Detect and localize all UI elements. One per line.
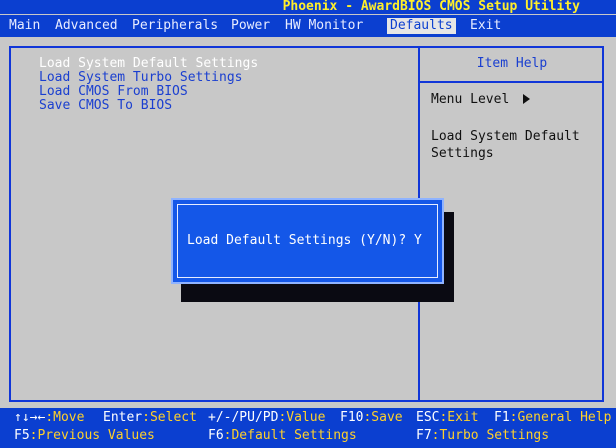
menu-hw-monitor[interactable]: HW Monitor: [282, 18, 366, 34]
menu-exit[interactable]: Exit: [467, 18, 504, 34]
option-load-cmos-from-bios[interactable]: Load CMOS From BIOS: [39, 85, 188, 99]
value-desc: :Value: [278, 410, 326, 425]
arrows-desc: :Move: [45, 410, 85, 425]
enter-desc: :Select: [142, 410, 197, 425]
f1-desc: :General Help: [509, 410, 612, 425]
help-divider: [420, 81, 604, 83]
enter-key: Enter: [103, 410, 143, 425]
option-save-cmos-to-bios[interactable]: Save CMOS To BIOS: [39, 99, 172, 113]
arrows-key: ↑↓→←: [14, 410, 46, 425]
confirm-dialog: Load Default Settings (Y/N)? Y: [171, 198, 444, 284]
hint-exit: ESC:Exit: [416, 410, 479, 426]
esc-desc: :Exit: [439, 410, 479, 425]
option-load-system-default[interactable]: Load System Default Settings: [39, 57, 258, 71]
hint-save: F10:Save: [340, 410, 403, 426]
f5-key: F5: [14, 428, 30, 443]
menu-advanced[interactable]: Advanced: [52, 18, 121, 34]
hint-value: +/-/PU/PD:Value: [208, 410, 325, 426]
f5-desc: :Previous Values: [29, 428, 155, 443]
hint-general-help: F1:General Help: [494, 410, 611, 426]
arrow-right-icon: [523, 94, 531, 104]
hint-move: ↑↓→←:Move: [14, 410, 84, 426]
f10-desc: :Save: [363, 410, 403, 425]
dialog-prompt[interactable]: Load Default Settings (Y/N)? Y: [187, 233, 422, 248]
menu-defaults[interactable]: Defaults: [387, 18, 456, 34]
hint-turbo-settings: F7:Turbo Settings: [416, 428, 549, 444]
hint-previous-values: F5:Previous Values: [14, 428, 155, 444]
menu-main[interactable]: Main: [6, 18, 43, 34]
option-load-system-turbo[interactable]: Load System Turbo Settings: [39, 71, 243, 85]
value-key: +/-/PU/PD: [208, 410, 279, 425]
hint-select: Enter:Select: [103, 410, 197, 426]
item-help-text: Load System Default Settings: [431, 129, 580, 161]
f6-desc: :Default Settings: [223, 428, 357, 443]
f7-key: F7: [416, 428, 432, 443]
f7-desc: :Turbo Settings: [431, 428, 550, 443]
f6-key: F6: [208, 428, 224, 443]
bios-title: Phoenix - AwardBIOS CMOS Setup Utility: [0, 0, 616, 14]
menu-power[interactable]: Power: [228, 18, 273, 34]
menu-level: Menu Level: [431, 92, 531, 107]
f10-key: F10: [340, 410, 364, 425]
hint-default-settings: F6:Default Settings: [208, 428, 357, 444]
menu-level-label: Menu Level: [431, 92, 510, 107]
f1-key: F1: [494, 410, 510, 425]
item-help-title: Item Help: [476, 56, 548, 71]
esc-key: ESC: [416, 410, 440, 425]
menu-peripherals[interactable]: Peripherals: [129, 18, 221, 34]
status-bar: ↑↓→←:Move Enter:Select +/-/PU/PD:Value F…: [0, 408, 616, 448]
menu-bar: Main Advanced Peripherals Power HW Monit…: [0, 15, 616, 37]
